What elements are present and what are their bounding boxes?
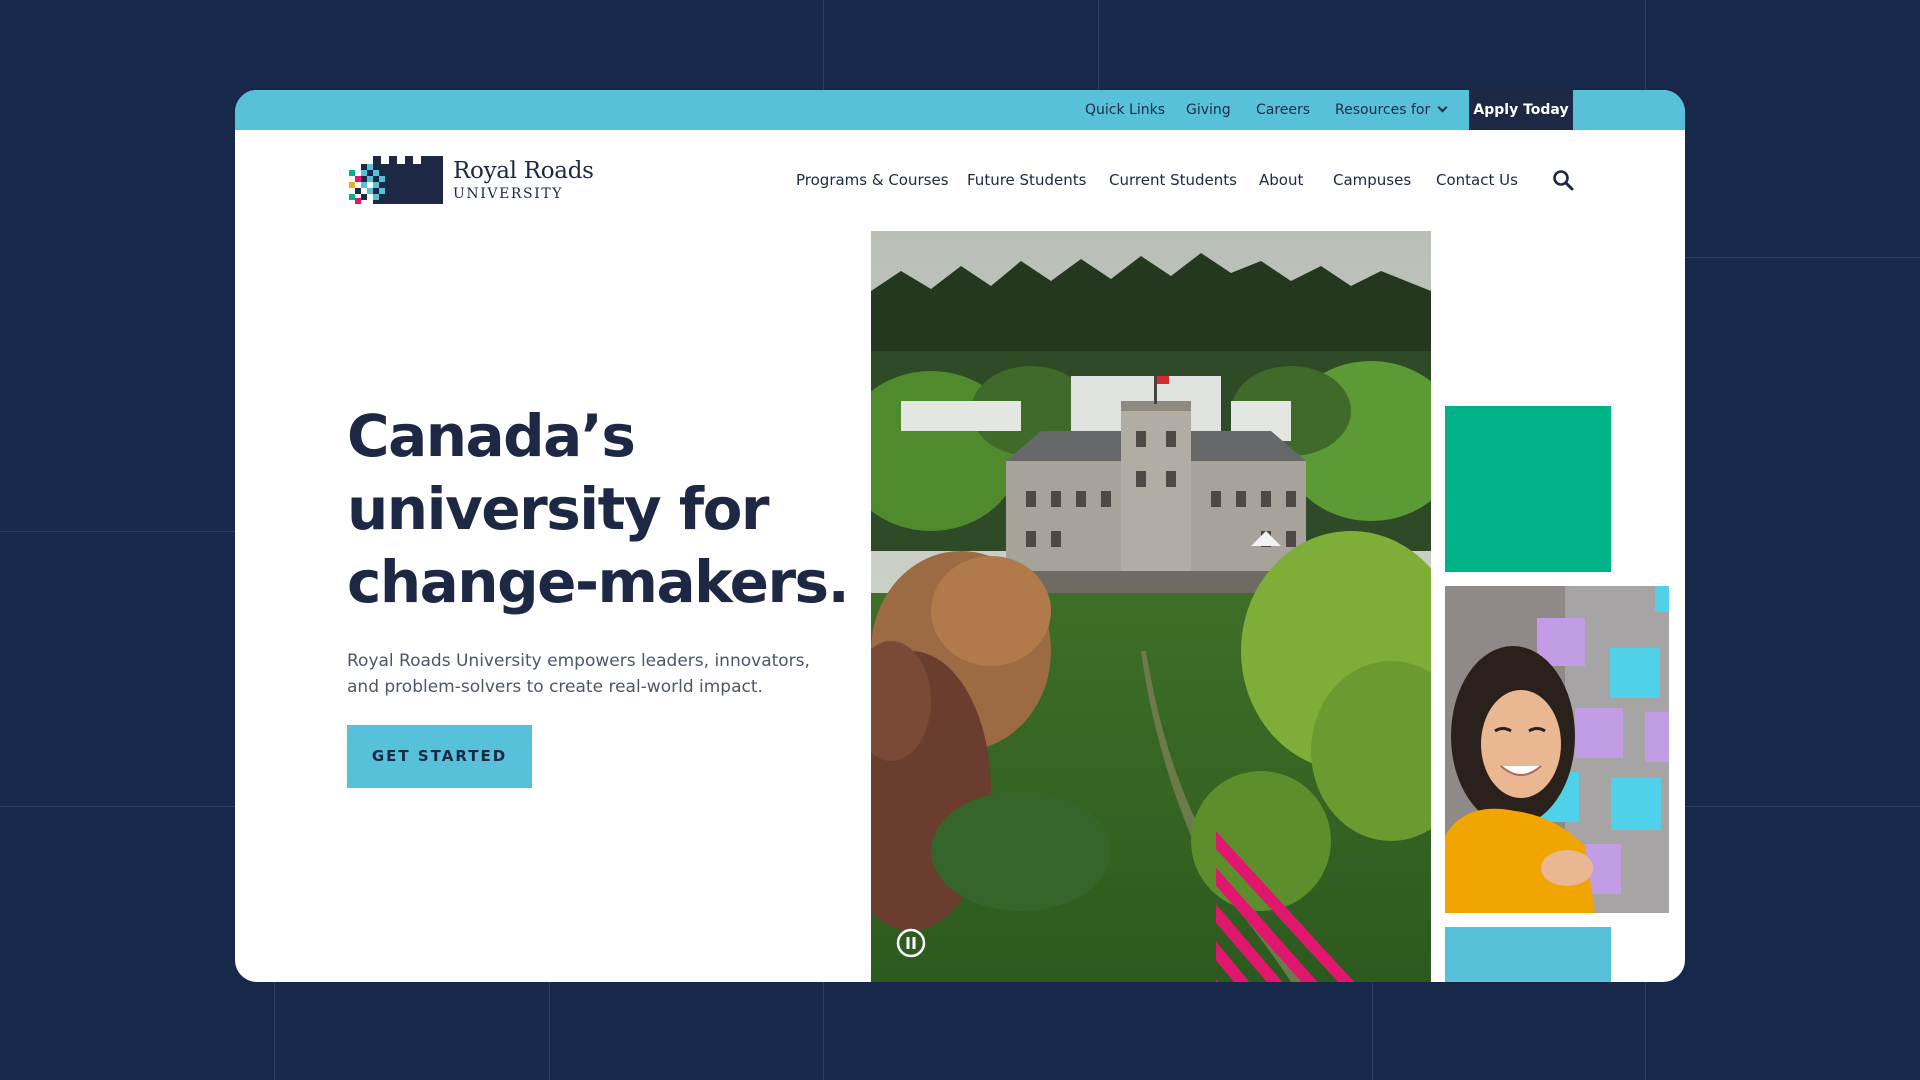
hero-headline: Canada’s university for change-makers.: [347, 402, 850, 616]
decorative-blue-block: [1445, 927, 1611, 982]
utility-bar: Quick Links Giving Careers Resources for…: [235, 90, 1685, 130]
background-grid-line: [0, 806, 235, 807]
nav-future-students[interactable]: Future Students: [967, 168, 1086, 192]
background-grid-line: [1645, 0, 1646, 90]
logo-name: Royal Roads: [453, 158, 594, 184]
resources-for-label: Resources for: [1335, 102, 1431, 118]
chevron-down-icon: [1437, 102, 1448, 113]
university-logo[interactable]: Royal Roads UNIVERSITY: [347, 156, 597, 206]
nav-campuses[interactable]: Campuses: [1333, 168, 1411, 192]
background-grid-line: [1372, 982, 1373, 1080]
student-illustration: [1445, 586, 1669, 913]
background-grid-line: [1685, 257, 1920, 258]
nav-about[interactable]: About: [1259, 168, 1303, 192]
background-grid-line: [1645, 982, 1646, 1080]
search-icon[interactable]: [1551, 168, 1575, 192]
utility-link-quick-links[interactable]: Quick Links: [1085, 90, 1165, 130]
hero-description: Royal Roads University empowers leaders,…: [347, 651, 810, 697]
background-grid-line: [0, 531, 235, 532]
logo-subtitle: UNIVERSITY: [453, 186, 564, 202]
apply-today-button[interactable]: Apply Today: [1469, 90, 1573, 130]
pause-icon[interactable]: [895, 927, 927, 959]
campus-illustration: [871, 231, 1431, 982]
utility-link-resources-for[interactable]: Resources for: [1335, 90, 1448, 130]
background-grid-line: [823, 0, 824, 90]
background-grid-line: [1098, 0, 1099, 90]
get-started-button[interactable]: GET STARTED: [347, 725, 532, 788]
nav-programs-courses[interactable]: Programs & Courses: [796, 168, 949, 192]
background-grid-line: [823, 982, 824, 1080]
background-grid-line: [274, 982, 275, 1080]
background-grid-line: [1685, 806, 1920, 807]
utility-link-giving[interactable]: Giving: [1186, 90, 1231, 130]
website-frame: Quick Links Giving Careers Resources for…: [235, 90, 1685, 982]
student-photo: [1445, 586, 1669, 913]
nav-contact-us[interactable]: Contact Us: [1436, 168, 1518, 192]
decorative-green-block: [1445, 406, 1611, 572]
campus-hero-image: [871, 231, 1431, 982]
logo-mark-icon: [349, 156, 443, 204]
background-grid-line: [549, 982, 550, 1080]
utility-link-careers[interactable]: Careers: [1256, 90, 1310, 130]
nav-current-students[interactable]: Current Students: [1109, 168, 1237, 192]
